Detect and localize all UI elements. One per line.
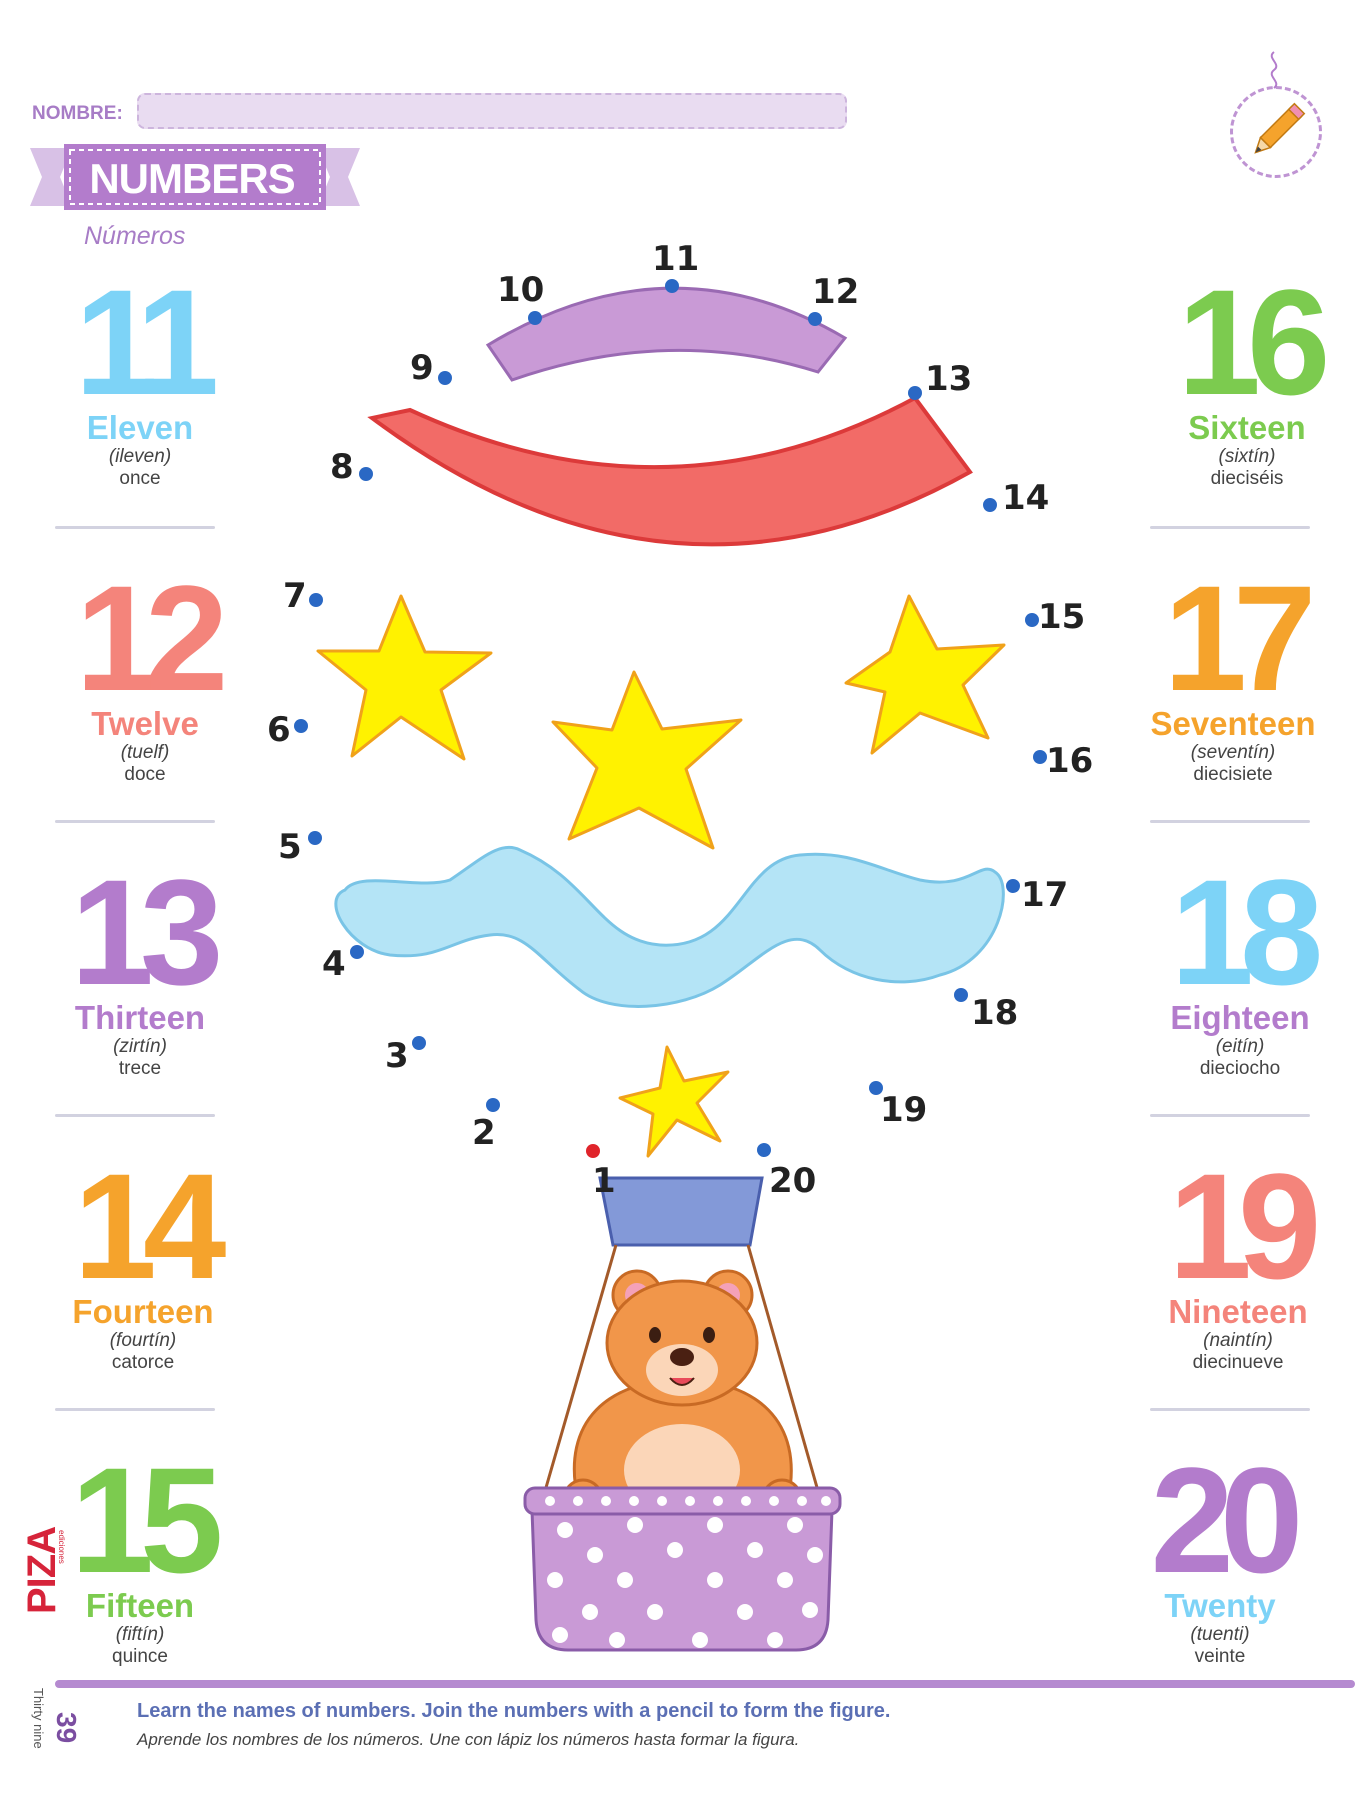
dot-16[interactable] <box>1033 750 1047 764</box>
instruction-spanish: Aprende los nombres de los números. Une … <box>137 1730 800 1749</box>
dot-label-12: 12 <box>812 272 859 312</box>
star-left <box>316 594 493 761</box>
basket <box>523 1486 842 1652</box>
dot-9[interactable] <box>438 371 452 385</box>
dot-17[interactable] <box>1006 879 1020 893</box>
star-small <box>618 1045 730 1158</box>
dot-label-16: 16 <box>1046 741 1093 781</box>
dot-label-1: 1 <box>592 1161 616 1201</box>
dot-label-11: 11 <box>652 239 699 279</box>
dot-4[interactable] <box>350 945 364 959</box>
logo-subtext: ediciones <box>57 1530 66 1564</box>
dot-7[interactable] <box>309 593 323 607</box>
instruction-english: Learn the names of numbers. Join the num… <box>137 1700 891 1722</box>
star-center <box>551 670 743 850</box>
dot-label-14: 14 <box>1002 478 1049 518</box>
dot-label-20: 20 <box>769 1161 816 1201</box>
balloon-drawing: 1234567891011121314151617181920 <box>267 239 1093 1652</box>
star-right <box>844 594 1006 755</box>
dot-label-19: 19 <box>880 1090 927 1130</box>
publisher-logo: PIZA ediciones <box>20 1520 80 1620</box>
dot-10[interactable] <box>528 311 542 325</box>
dot-6[interactable] <box>294 719 308 733</box>
dot-1[interactable] <box>586 1144 600 1158</box>
dot-label-7: 7 <box>283 576 307 616</box>
dot-5[interactable] <box>308 831 322 845</box>
dot-label-9: 9 <box>410 348 434 388</box>
dot-label-4: 4 <box>322 944 346 984</box>
dot-20[interactable] <box>757 1143 771 1157</box>
dot-13[interactable] <box>908 386 922 400</box>
red-arc <box>367 395 973 547</box>
dot-label-6: 6 <box>267 710 291 750</box>
dot-label-8: 8 <box>330 447 354 487</box>
cloud-wave <box>334 845 1005 1008</box>
dot-label-13: 13 <box>925 359 972 399</box>
dot-label-18: 18 <box>971 993 1018 1033</box>
dot-3[interactable] <box>412 1036 426 1050</box>
dot-label-5: 5 <box>278 827 302 867</box>
dot-18[interactable] <box>954 988 968 1002</box>
balloon-top <box>598 1176 764 1247</box>
dot-label-3: 3 <box>385 1036 409 1076</box>
dot-14[interactable] <box>983 498 997 512</box>
dot-12[interactable] <box>808 312 822 326</box>
footer-divider <box>55 1680 1355 1688</box>
dot-8[interactable] <box>359 467 373 481</box>
dot-11[interactable] <box>665 279 679 293</box>
dot-label-15: 15 <box>1038 597 1085 637</box>
dot-15[interactable] <box>1025 613 1039 627</box>
page-number-words: Thirty nine <box>31 1688 46 1749</box>
dot-label-17: 17 <box>1021 875 1068 915</box>
page-number: 39 <box>51 1712 82 1744</box>
dot-label-2: 2 <box>472 1113 496 1153</box>
dot-2[interactable] <box>486 1098 500 1112</box>
dot-label-10: 10 <box>497 270 544 310</box>
